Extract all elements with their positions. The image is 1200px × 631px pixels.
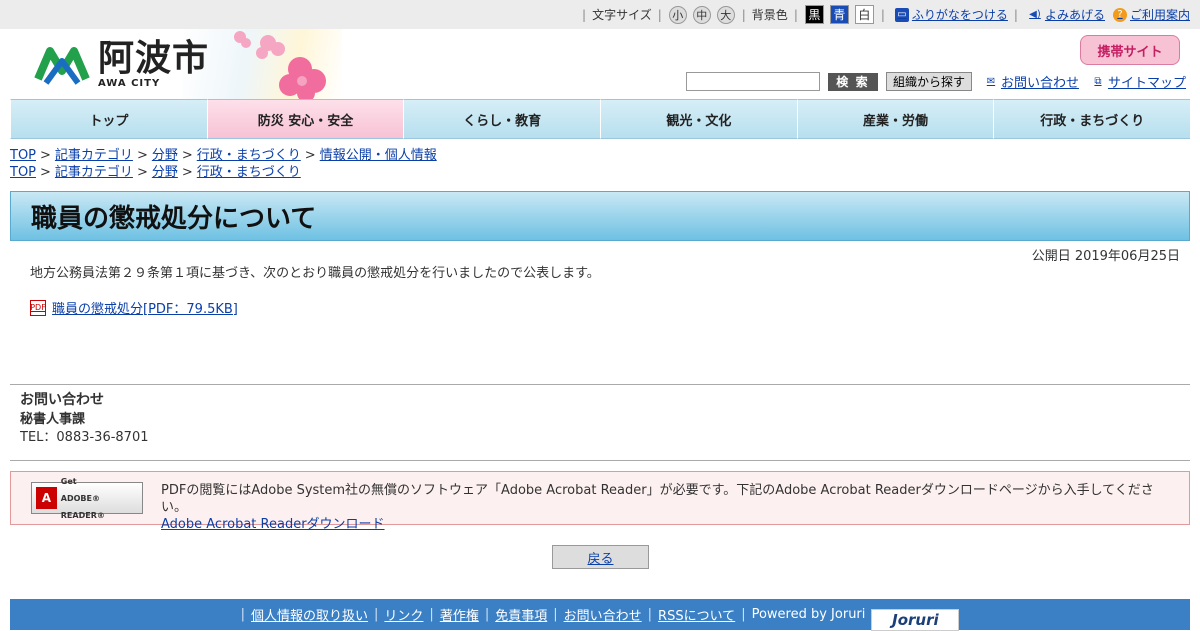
pdf-icon: PDF [30,299,46,316]
mobile-site-button[interactable]: 携帯サイト [1080,35,1180,65]
logo-title: 阿波市 [98,37,210,79]
read-aloud-link[interactable]: ◀) よみあげる [1028,6,1105,23]
nav-disaster[interactable]: 防災 安心・安全 [206,99,404,139]
font-size-small-button[interactable]: 小 [668,5,687,24]
breadcrumb-link[interactable]: 分野 [152,165,178,180]
nav-tourism[interactable]: 観光・文化 [600,99,797,139]
breadcrumb-row: TOP > 記事カテゴリ > 分野 > 行政・まちづくり [10,165,301,180]
nav-top[interactable]: トップ [10,99,207,139]
adobe-icon: A [36,487,57,509]
footer-link-contact[interactable]: お問い合わせ [564,605,642,624]
breadcrumb-link[interactable]: 分野 [152,148,178,163]
mail-icon: ✉ [986,76,996,87]
adobe-download-link[interactable]: Adobe Acrobat Readerダウンロード [161,517,385,532]
publish-date: 公開日 2019年06月25日 [1031,249,1180,264]
font-size-medium-button[interactable]: 中 [692,5,711,24]
adobe-reader-badge[interactable]: A Get ADOBE® READER® [31,477,143,520]
footer-link-links[interactable]: リンク [384,605,423,624]
page-title: 職員の懲戒処分について [31,203,317,234]
breadcrumb-row: TOP > 記事カテゴリ > 分野 > 行政・まちづくり > 情報公開・個人情報 [10,148,437,163]
bg-white-button[interactable]: 白 [854,5,874,24]
site-header: 阿波市 AWA CITY 携帯サイト 検 索 組織から探す ✉ お問い合わせ ⧉… [10,29,1190,102]
back-button[interactable]: 戻る [552,545,649,569]
search-row: 検 索 組織から探す ✉ お問い合わせ ⧉ サイトマップ [685,72,1186,91]
nav-admin[interactable]: 行政・まちづくり [993,99,1191,139]
breadcrumb-link[interactable]: TOP [10,148,36,163]
footer: | 個人情報の取り扱い | リンク | 著作権 | 免責事項 | お問い合わせ … [10,599,1190,631]
contact-link[interactable]: ✉ お問い合わせ [984,72,1079,91]
breadcrumb-link[interactable]: 記事カテゴリ [55,148,133,163]
org-search-button[interactable]: 組織から探す [885,72,972,91]
breadcrumb-link[interactable]: 情報公開・個人情報 [320,148,437,163]
powered-by: Powered by Joruri [751,607,866,622]
breadcrumb-link[interactable]: 行政・まちづくり [197,165,301,180]
joruri-logo[interactable]: Joruri [871,608,960,631]
contact-tel: TEL：0883-36-8701 [20,430,149,445]
guide-link[interactable]: ? ご利用案内 [1112,6,1190,23]
font-size-label: 文字サイズ [592,8,652,22]
article-body: 地方公務員法第２９条第１項に基づき、次のとおり職員の懲戒処分を行いましたので公表… [30,266,600,281]
furigana-link[interactable]: ▭ ふりがなをつける [894,6,1008,23]
bg-color-label: 背景色 [751,8,788,22]
speech-icon: ▭ [894,7,909,22]
page-title-box: 職員の懲戒処分について [10,191,1190,241]
site-logo[interactable]: 阿波市 AWA CITY [32,39,209,89]
contact-section: お問い合わせ 秘書人事課 TEL：0883-36-8701 [10,384,1190,461]
contact-heading: お問い合わせ [20,392,104,408]
search-button[interactable]: 検 索 [827,72,878,91]
breadcrumb-link[interactable]: 行政・まちづくり [197,148,301,163]
adobe-notice-text: PDFの閲覧にはAdobe System社の無償のソフトウェア「Adobe Ac… [161,483,1154,515]
bg-black-button[interactable]: 黒 [804,5,824,24]
sitemap-link[interactable]: ⧉ サイトマップ [1091,72,1186,91]
footer-link-rss[interactable]: RSSについて [658,605,735,624]
main-nav: トップ 防災 安心・安全 くらし・教育 観光・文化 産業・労働 行政・まちづくり [10,99,1191,139]
contact-department: 秘書人事課 [20,412,86,427]
nav-industry[interactable]: 産業・労働 [796,99,994,139]
breadcrumb-link[interactable]: TOP [10,165,36,180]
awa-logo-icon [34,47,90,85]
footer-link-disclaimer[interactable]: 免責事項 [495,605,547,624]
sitemap-icon: ⧉ [1094,76,1102,87]
speaker-icon: ◀) [1029,9,1041,20]
logo-subtitle: AWA CITY [98,77,161,89]
search-input[interactable] [685,72,820,91]
breadcrumb-link[interactable]: 記事カテゴリ [55,165,133,180]
breadcrumb: TOP > 記事カテゴリ > 分野 > 行政・まちづくり > 情報公開・個人情報 TOP > 記事カ… [10,147,1190,181]
pdf-download-link[interactable]: PDF 職員の懲戒処分[PDF：79.5KB] [30,298,238,317]
adobe-notice: A Get ADOBE® READER® PDFの閲覧にはAdobe System… [10,471,1190,532]
bg-blue-button[interactable]: 青 [829,5,849,24]
font-size-large-button[interactable]: 大 [716,5,735,24]
help-icon: ? [1112,7,1127,22]
footer-link-privacy[interactable]: 個人情報の取り扱い [251,605,368,624]
footer-link-copyright[interactable]: 著作権 [440,605,479,624]
utility-bar: | 文字サイズ | 小 中 大 | 背景色 | 黒 青 白 | ▭ ふりがなをつ… [0,0,1200,29]
nav-life[interactable]: くらし・教育 [403,99,601,139]
